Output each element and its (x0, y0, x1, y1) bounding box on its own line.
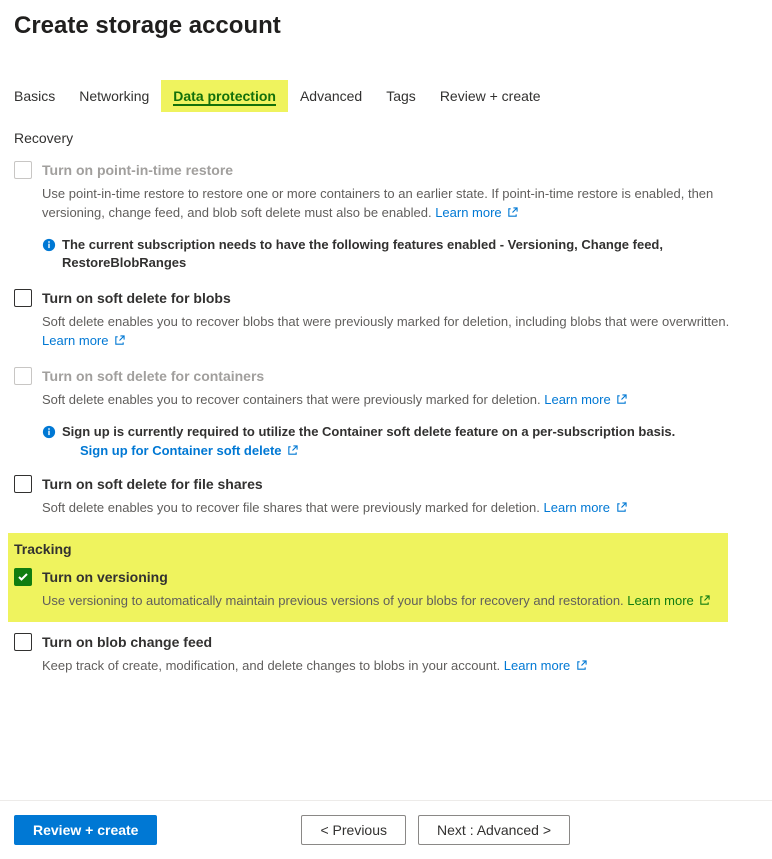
checkbox-soft-delete-containers (14, 367, 32, 385)
tab-data-protection[interactable]: Data protection (161, 80, 288, 112)
external-link-icon (576, 660, 587, 671)
option-desc: Soft delete enables you to recover blobs… (42, 312, 758, 350)
external-link-icon (616, 502, 627, 513)
option-desc: Use point-in-time restore to restore one… (42, 184, 758, 222)
option-label: Turn on soft delete for file shares (42, 474, 758, 494)
option-soft-delete-containers: Turn on soft delete for containers (14, 366, 758, 386)
learn-more-link[interactable]: Learn more (627, 593, 710, 608)
option-desc: Soft delete enables you to recover file … (42, 498, 758, 517)
footer: Review + create < Previous Next : Advanc… (0, 800, 772, 859)
external-link-icon (507, 207, 518, 218)
checkbox-soft-delete-file-shares[interactable] (14, 475, 32, 493)
learn-more-link[interactable]: Learn more (544, 392, 627, 407)
option-label: Turn on blob change feed (42, 632, 758, 652)
option-soft-delete-file-shares: Turn on soft delete for file shares (14, 474, 758, 494)
option-label: Turn on soft delete for containers (42, 366, 758, 386)
info-icon (42, 425, 56, 439)
info-message: Sign up is currently required to utilize… (42, 423, 758, 458)
option-blob-change-feed: Turn on blob change feed (14, 632, 758, 652)
learn-more-link[interactable]: Learn more (435, 205, 518, 220)
info-message: The current subscription needs to have t… (42, 236, 758, 272)
option-label: Turn on versioning (42, 567, 722, 587)
previous-button[interactable]: < Previous (301, 815, 406, 845)
tab-review-create[interactable]: Review + create (440, 80, 541, 112)
option-soft-delete-blobs: Turn on soft delete for blobs (14, 288, 758, 308)
option-desc: Use versioning to automatically maintain… (42, 591, 722, 610)
external-link-icon (616, 394, 627, 405)
section-heading-tracking: Tracking (14, 541, 722, 557)
tracking-highlight: Tracking Turn on versioning Use versioni… (8, 533, 728, 622)
tab-basics[interactable]: Basics (14, 80, 55, 112)
external-link-icon (699, 595, 710, 606)
option-label: Turn on point-in-time restore (42, 160, 758, 180)
option-label: Turn on soft delete for blobs (42, 288, 758, 308)
learn-more-link[interactable]: Learn more (544, 500, 627, 515)
review-create-button[interactable]: Review + create (14, 815, 157, 845)
tab-networking[interactable]: Networking (79, 80, 149, 112)
info-icon (42, 238, 56, 252)
option-desc: Soft delete enables you to recover conta… (42, 390, 758, 409)
section-heading-recovery: Recovery (14, 130, 758, 146)
option-versioning: Turn on versioning (14, 567, 722, 587)
page-title: Create storage account (14, 12, 758, 40)
tab-tags[interactable]: Tags (386, 80, 416, 112)
check-icon (17, 571, 29, 583)
option-point-in-time: Turn on point-in-time restore (14, 160, 758, 180)
checkbox-versioning[interactable] (14, 568, 32, 586)
external-link-icon (114, 335, 125, 346)
learn-more-link[interactable]: Learn more (504, 658, 587, 673)
option-desc: Keep track of create, modification, and … (42, 656, 758, 675)
learn-more-link[interactable]: Learn more (42, 333, 125, 348)
signup-container-soft-delete-link[interactable]: Sign up for Container soft delete (80, 443, 298, 458)
checkbox-blob-change-feed[interactable] (14, 633, 32, 651)
tab-advanced[interactable]: Advanced (300, 80, 362, 112)
checkbox-soft-delete-blobs[interactable] (14, 289, 32, 307)
tabs: Basics Networking Data protection Advanc… (14, 80, 758, 112)
external-link-icon (287, 445, 298, 456)
checkbox-point-in-time (14, 161, 32, 179)
next-button[interactable]: Next : Advanced > (418, 815, 570, 845)
